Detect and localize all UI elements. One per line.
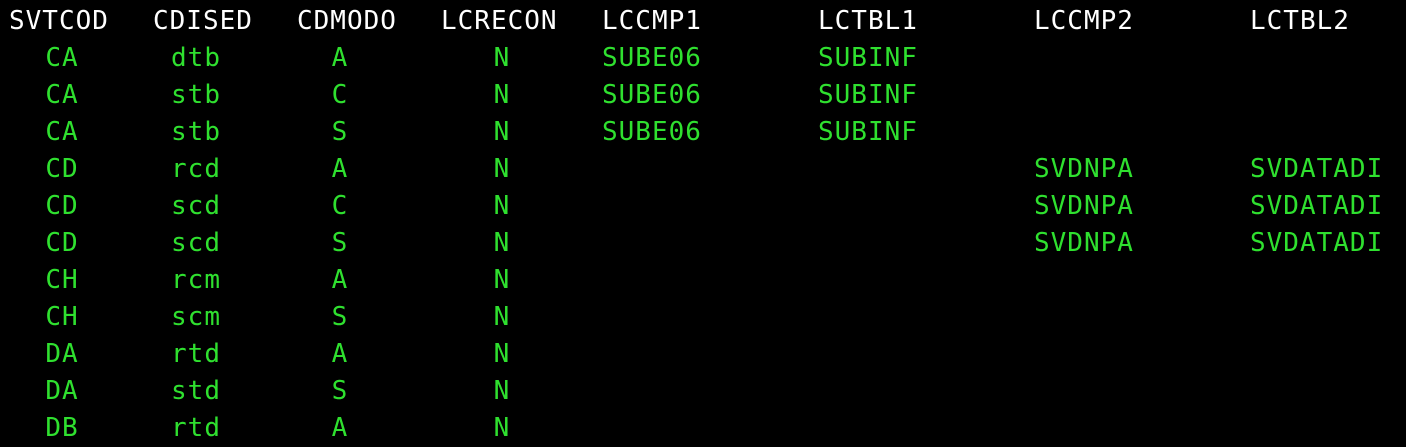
cell-cdmodo: S	[331, 228, 349, 258]
cell-lctbl1: SUBINF	[818, 43, 918, 73]
cell-svtcod: DA	[45, 376, 79, 406]
column-header-lcrecon: LCRECON	[441, 6, 558, 36]
table-row: CA stb S N SUBE06 SUBINF	[0, 114, 1406, 151]
cell-cdised: rcd	[171, 154, 221, 184]
cell-cdised: scm	[171, 302, 221, 332]
cell-lcrecon: N	[493, 265, 511, 295]
cell-cdmodo: S	[331, 376, 349, 406]
cell-cdised: stb	[171, 80, 221, 110]
cell-lccmp1: SUBE06	[602, 117, 702, 147]
cell-lcrecon: N	[493, 376, 511, 406]
cell-lcrecon: N	[493, 154, 511, 184]
cell-cdised: scd	[171, 228, 221, 258]
cell-svtcod: CA	[45, 43, 79, 73]
cell-cdmodo: S	[331, 302, 349, 332]
table-row: CD scd C N SVDNPA SVDATADI	[0, 188, 1406, 225]
cell-cdised: std	[171, 376, 221, 406]
cell-lctbl1: SUBINF	[818, 117, 918, 147]
cell-svtcod: DA	[45, 339, 79, 369]
cell-lccmp2: SVDNPA	[1034, 228, 1134, 258]
table-row: CA stb C N SUBE06 SUBINF	[0, 77, 1406, 114]
table-row: CH scm S N	[0, 299, 1406, 336]
cell-lccmp2: SVDNPA	[1034, 191, 1134, 221]
cell-lcrecon: N	[493, 191, 511, 221]
cell-cdmodo: C	[331, 191, 349, 221]
cell-cdmodo: A	[331, 265, 349, 295]
cell-lcrecon: N	[493, 228, 511, 258]
cell-cdised: rtd	[171, 413, 221, 443]
cell-cdmodo: S	[331, 117, 349, 147]
cell-svtcod: CD	[45, 154, 79, 184]
cell-cdmodo: A	[331, 154, 349, 184]
terminal-window: SVTCOD CDISED CDMODO LCRECON LCCMP1 LCTB…	[0, 0, 1406, 447]
cell-lcrecon: N	[493, 117, 511, 147]
cell-cdmodo: A	[331, 339, 349, 369]
cell-lcrecon: N	[493, 339, 511, 369]
cell-lccmp1: SUBE06	[602, 80, 702, 110]
cell-lccmp2: SVDNPA	[1034, 154, 1134, 184]
table-row: CD rcd A N SVDNPA SVDATADI	[0, 151, 1406, 188]
cell-lctbl2: SVDATADI	[1250, 228, 1384, 258]
cell-svtcod: CD	[45, 191, 79, 221]
cell-svtcod: CA	[45, 80, 79, 110]
column-header-lctbl2: LCTBL2	[1250, 6, 1350, 36]
cell-lcrecon: N	[493, 413, 511, 443]
cell-svtcod: DB	[45, 413, 79, 443]
column-header-svtcod: SVTCOD	[9, 6, 109, 36]
cell-cdised: dtb	[171, 43, 221, 73]
table-row: CD scd S N SVDNPA SVDATADI	[0, 225, 1406, 262]
cell-svtcod: CA	[45, 117, 79, 147]
cell-cdised: rcm	[171, 265, 221, 295]
table-row: CA dtb A N SUBE06 SUBINF	[0, 40, 1406, 77]
table-row: DA rtd A N	[0, 336, 1406, 373]
cell-lctbl2: SVDATADI	[1250, 154, 1384, 184]
cell-lcrecon: N	[493, 43, 511, 73]
cell-cdmodo: A	[331, 43, 349, 73]
cell-cdised: stb	[171, 117, 221, 147]
table-header-row: SVTCOD CDISED CDMODO LCRECON LCCMP1 LCTB…	[0, 3, 1406, 40]
cell-lcrecon: N	[493, 302, 511, 332]
cell-svtcod: CH	[45, 265, 79, 295]
cell-lctbl1: SUBINF	[818, 80, 918, 110]
cell-svtcod: CD	[45, 228, 79, 258]
column-header-lccmp2: LCCMP2	[1034, 6, 1134, 36]
table-row: CH rcm A N	[0, 262, 1406, 299]
cell-svtcod: CH	[45, 302, 79, 332]
table-row: DA std S N	[0, 373, 1406, 410]
cell-lccmp1: SUBE06	[602, 43, 702, 73]
cell-cdised: rtd	[171, 339, 221, 369]
column-header-lccmp1: LCCMP1	[602, 6, 702, 36]
cell-lctbl2: SVDATADI	[1250, 191, 1384, 221]
cell-cdmodo: C	[331, 80, 349, 110]
cell-cdised: scd	[171, 191, 221, 221]
column-header-lctbl1: LCTBL1	[818, 6, 918, 36]
cell-lcrecon: N	[493, 80, 511, 110]
cell-cdmodo: A	[331, 413, 349, 443]
column-header-cdised: CDISED	[153, 6, 253, 36]
table-row: DB rtd A N	[0, 410, 1406, 447]
column-header-cdmodo: CDMODO	[297, 6, 397, 36]
